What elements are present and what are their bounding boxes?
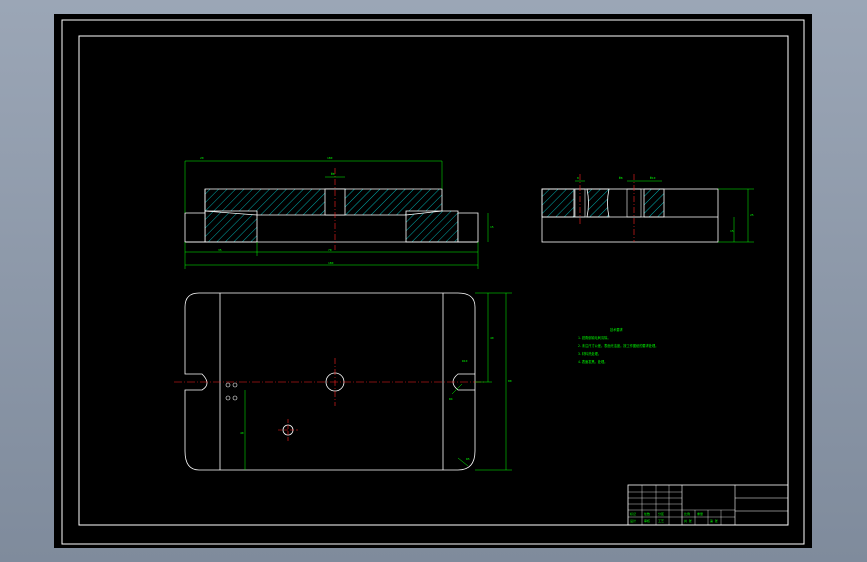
notes-title: 技术要求: [610, 327, 624, 332]
plan-dim-3: R10: [462, 359, 468, 363]
main-section-view: 20 180 Φ8 15 35 70 180: [184, 156, 494, 269]
title-block: 标记 处数 分区 设计 审核 工艺 比例 重量 共 张 第 张: [627, 484, 789, 526]
tb-cell-2: 处数: [644, 511, 650, 516]
dim-bottom-1: 35: [218, 248, 222, 252]
dim-top-label: 180: [327, 156, 333, 160]
tb-cell-1: 标记: [630, 511, 636, 516]
dim-slot-label: Φ8: [331, 172, 335, 176]
tb-cell-10: 第 张: [710, 518, 718, 523]
tb-cell-4: 设计: [630, 518, 636, 523]
side-dim-2: Φ8: [619, 176, 623, 180]
plan-dim-6: R5: [466, 457, 470, 461]
plan-view: 40 80 R10 R4 40 R5: [174, 292, 512, 471]
plan-dim-5: 40: [240, 431, 244, 435]
notes-line-4: 4.表面发黑。处理。: [578, 359, 607, 364]
dim-right-label: 15: [490, 225, 494, 229]
dim-bottom-2: 70: [328, 248, 332, 252]
dim-left-label: 20: [200, 156, 204, 160]
tb-cell-5: 审核: [644, 518, 650, 523]
notes-line-2: 2.未注尺寸公差。表面光洁度。按工作图纸的要求处理。: [578, 343, 658, 348]
tb-cell-3: 分区: [658, 511, 664, 516]
notes-line-1: 1.锐角倒钝毛刺清除。: [578, 335, 611, 340]
plan-dim-2: 80: [508, 379, 512, 383]
plan-dim-4: R4: [449, 397, 453, 401]
tb-cell-9: 共 张: [684, 518, 692, 523]
technical-notes: 技术要求 1.锐角倒钝毛刺清除。 2.未注尺寸公差。表面光洁度。按工作图纸的要求…: [578, 327, 658, 364]
side-dim-1: 8: [577, 176, 579, 180]
cad-drawing: 20 180 Φ8 15 35 70 180 8 Φ8 Φ10 15 25 40…: [61, 19, 805, 545]
side-dim-3: Φ10: [650, 176, 656, 180]
tb-cell-6: 工艺: [658, 518, 664, 523]
drawing-viewport[interactable]: 20 180 Φ8 15 35 70 180 8 Φ8 Φ10 15 25 40…: [54, 14, 812, 548]
dim-bottom-3: 180: [328, 261, 334, 265]
side-dim-5: 25: [750, 213, 754, 217]
notes-line-3: 3.材料热处理。: [578, 351, 601, 356]
outer-frame: [61, 19, 805, 545]
side-dim-4: 15: [730, 229, 734, 233]
tb-cell-7: 比例: [684, 511, 690, 516]
plan-dim-1: 40: [490, 336, 494, 340]
tb-cell-8: 重量: [697, 511, 703, 516]
side-section-view: 8 Φ8 Φ10 15 25: [541, 174, 754, 243]
